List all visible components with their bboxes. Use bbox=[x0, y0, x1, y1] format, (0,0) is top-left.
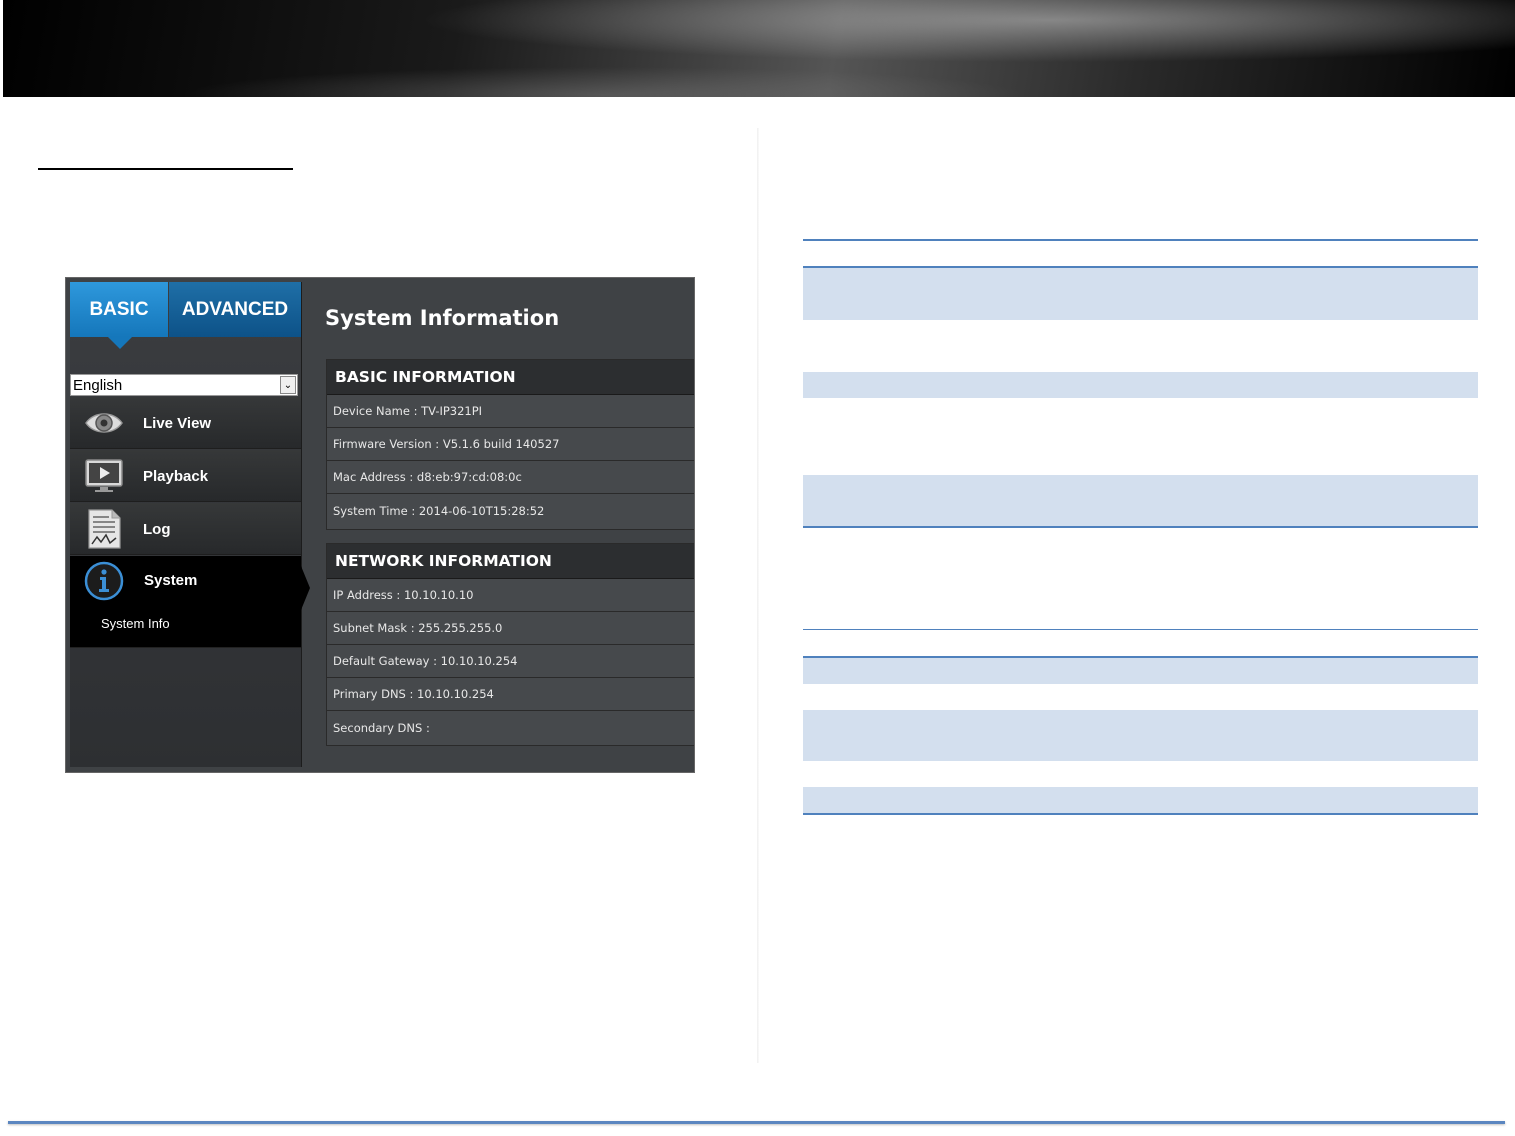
table-row bbox=[803, 787, 1478, 813]
basic-information-section: BASIC INFORMATION Device Name : TV-IP321… bbox=[326, 359, 694, 530]
table-row bbox=[803, 268, 1478, 320]
tab-basic-label: BASIC bbox=[89, 298, 149, 320]
info-row: IP Address : 10.10.10.10 bbox=[327, 579, 694, 612]
table-row bbox=[803, 475, 1478, 527]
info-row: System Time : 2014-06-10T15:28:52 bbox=[333, 503, 545, 518]
info-row: Primary DNS : 10.10.10.254 bbox=[327, 678, 694, 711]
sidebar-item-label: Playback bbox=[143, 467, 209, 485]
table-bottom-rule bbox=[803, 813, 1478, 815]
tab-basic[interactable]: BASIC bbox=[70, 282, 168, 349]
info-row: Default Gateway : 10.10.10.254 bbox=[327, 645, 694, 678]
table-row bbox=[803, 658, 1478, 684]
info-row: Subnet Mask : 255.255.255.0 bbox=[327, 612, 694, 645]
footer-rule bbox=[8, 1121, 1505, 1124]
system-info-screenshot: BASIC ADVANCED English ⌄ Live View Playb… bbox=[65, 277, 695, 773]
table-bottom-rule bbox=[803, 526, 1478, 528]
log-document-icon bbox=[88, 509, 121, 549]
sidebar: BASIC ADVANCED English ⌄ Live View Playb… bbox=[70, 282, 310, 767]
section-title-underline bbox=[38, 168, 293, 170]
info-row: Device Name : TV-IP321PI bbox=[327, 395, 694, 428]
table-top-rule bbox=[803, 239, 1478, 241]
table-top-rule bbox=[803, 629, 1478, 630]
tab-advanced-label: ADVANCED bbox=[181, 298, 289, 320]
sidebar-item-label: System bbox=[144, 571, 198, 589]
sidebar-item-live-view[interactable]: Live View bbox=[70, 397, 301, 449]
eye-icon bbox=[85, 413, 123, 433]
language-select-value: English bbox=[73, 376, 123, 394]
network-information-section: NETWORK INFORMATION IP Address : 10.10.1… bbox=[326, 543, 694, 746]
page-title: System Information bbox=[325, 306, 560, 330]
sidebar-item-log[interactable]: Log bbox=[70, 503, 301, 555]
table-row bbox=[803, 372, 1478, 398]
section-header: BASIC INFORMATION bbox=[327, 360, 694, 395]
chevron-down-icon[interactable]: ⌄ bbox=[280, 376, 296, 394]
column-divider bbox=[757, 128, 759, 1063]
info-icon bbox=[84, 561, 124, 601]
header-banner bbox=[3, 0, 1515, 97]
submenu-system-info[interactable]: System Info bbox=[101, 616, 170, 631]
info-row: Secondary DNS : bbox=[333, 720, 430, 735]
table-row bbox=[803, 710, 1478, 761]
language-select[interactable]: English ⌄ bbox=[70, 374, 298, 396]
content-area: System Information BASIC INFORMATION Dev… bbox=[302, 278, 694, 772]
play-monitor-icon bbox=[85, 459, 123, 492]
sidebar-item-label: Live View bbox=[143, 414, 212, 432]
tab-advanced[interactable]: ADVANCED bbox=[169, 282, 301, 337]
sidebar-item-label: Log bbox=[143, 520, 171, 538]
sidebar-item-playback[interactable]: Playback bbox=[70, 450, 301, 502]
info-row: Mac Address : d8:eb:97:cd:08:0c bbox=[327, 461, 694, 494]
info-row: Firmware Version : V5.1.6 build 140527 bbox=[327, 428, 694, 461]
sidebar-item-system[interactable]: System System Info bbox=[70, 556, 310, 648]
mode-tabs: BASIC ADVANCED bbox=[70, 282, 301, 349]
section-header: NETWORK INFORMATION bbox=[327, 544, 694, 579]
